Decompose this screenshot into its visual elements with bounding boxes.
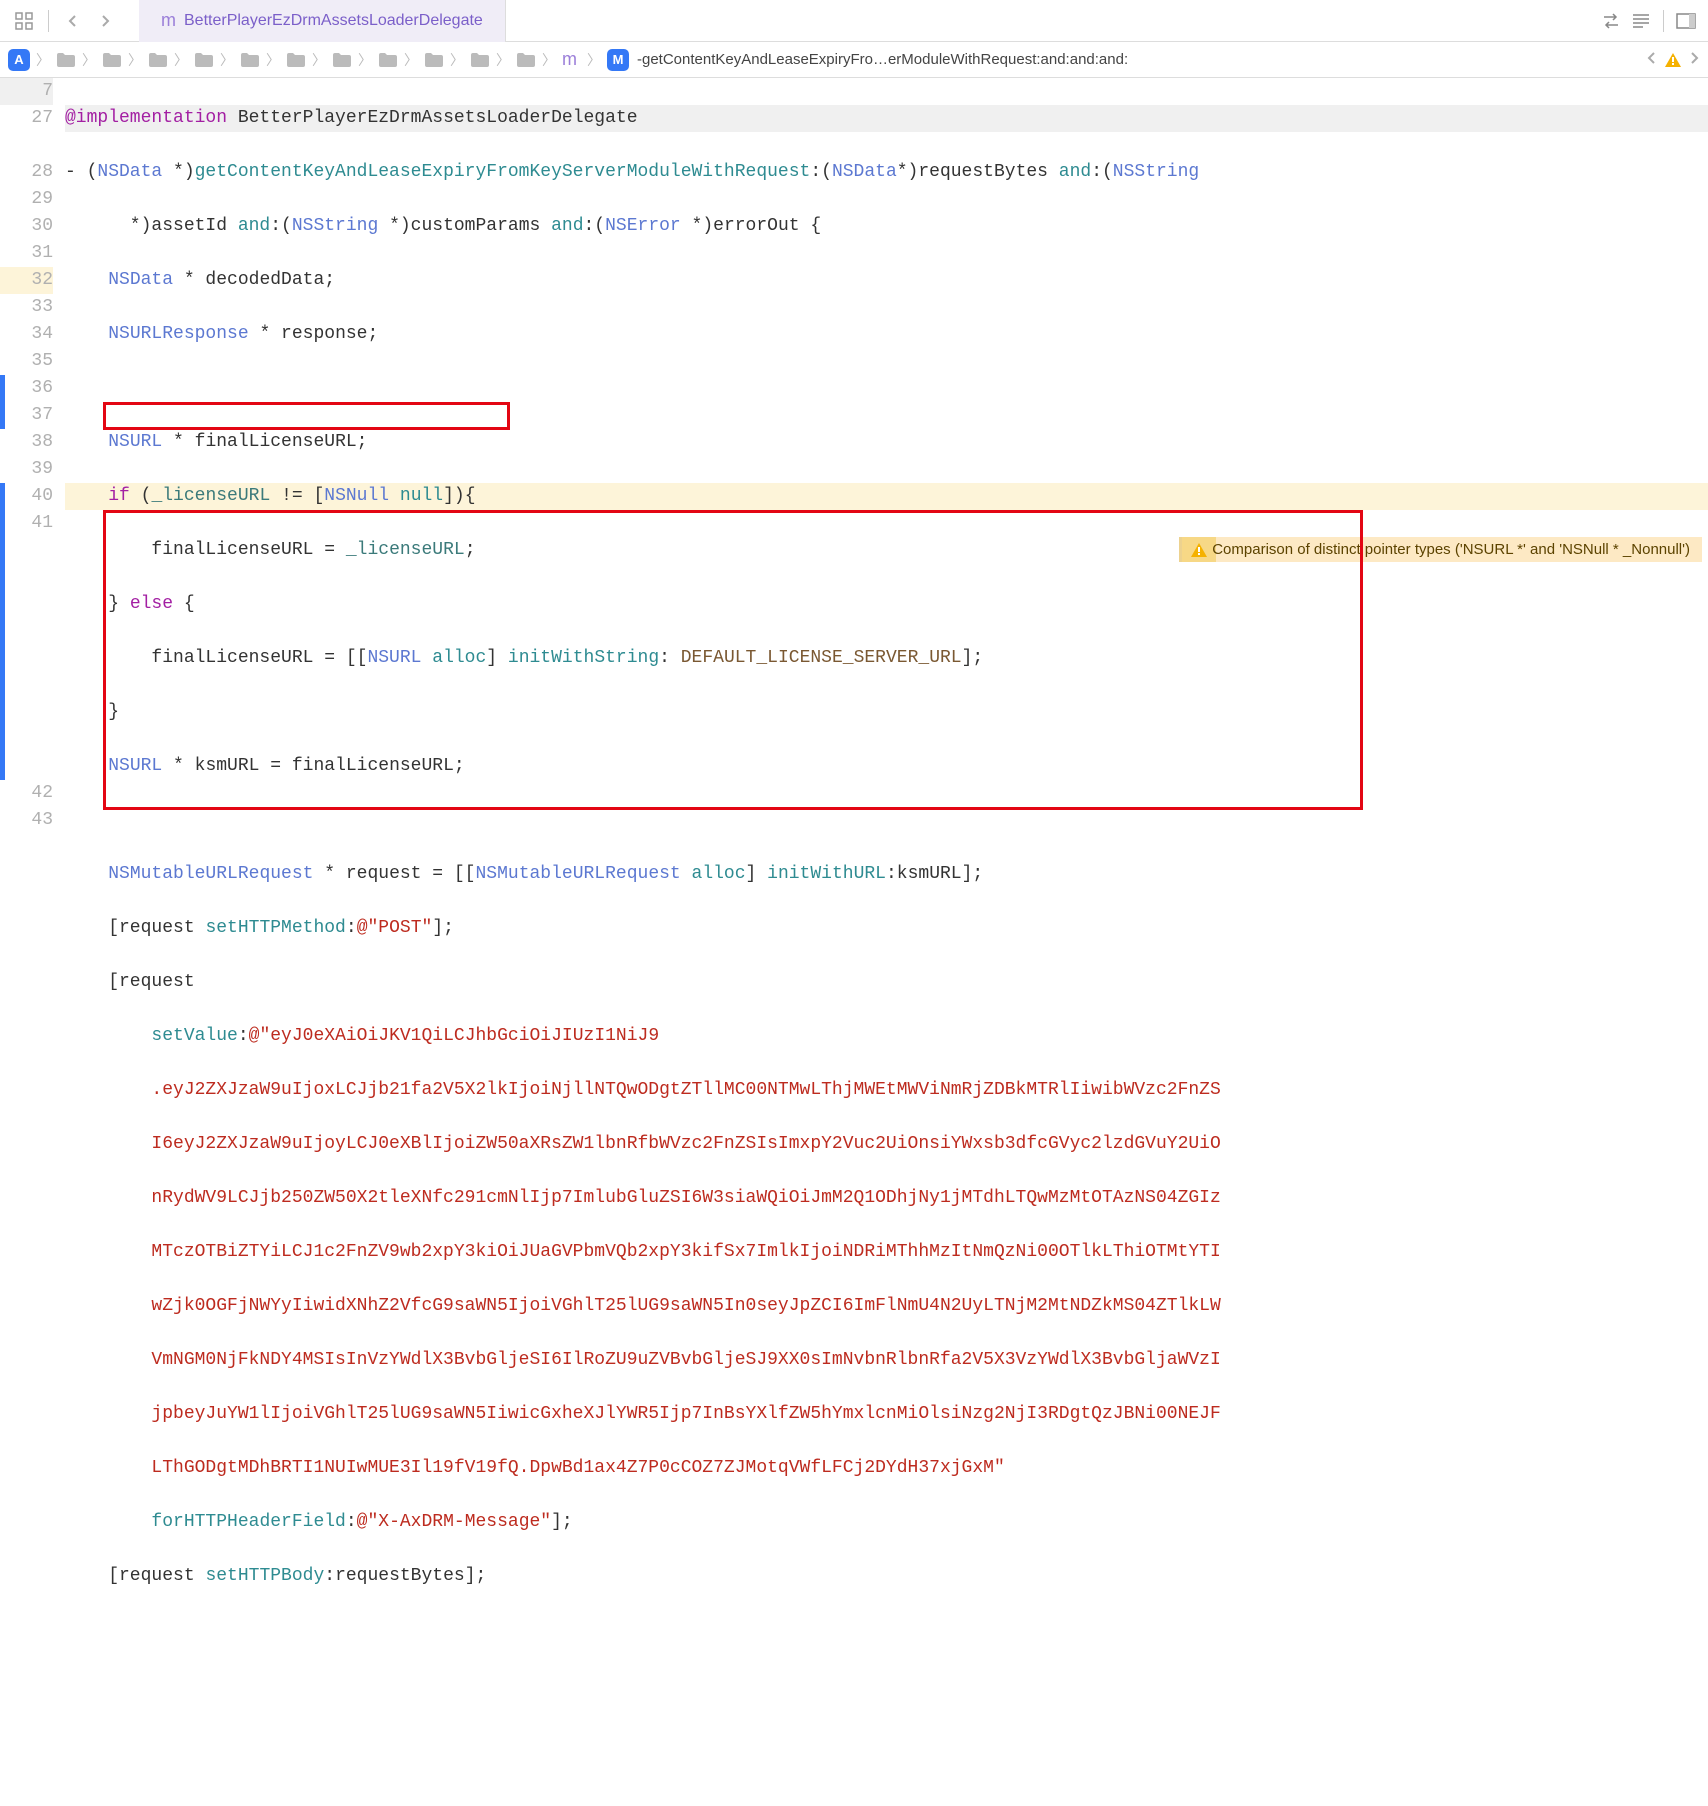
grid-icon[interactable]	[10, 7, 38, 35]
code-line: if (_licenseURL != [NSNull null]){ Compa…	[65, 483, 1708, 510]
code-line: @implementation BetterPlayerEzDrmAssetsL…	[65, 105, 1708, 132]
lines-icon[interactable]	[1627, 7, 1655, 35]
bc-folder[interactable]	[148, 52, 168, 68]
line-gutter: 7 27 28 29 30 31 32 33 34 35 36 37 38 39…	[0, 78, 65, 1806]
code-line: forHTTPHeaderField:@"X-AxDRM-Message"];	[65, 1509, 1708, 1536]
code-line: *)assetId and:(NSString *)customParams a…	[65, 213, 1708, 240]
code-area[interactable]: @implementation BetterPlayerEzDrmAssetsL…	[65, 78, 1708, 1806]
code-line: finalLicenseURL = [[NSURL alloc] initWit…	[65, 645, 1708, 672]
bc-folder[interactable]	[516, 52, 536, 68]
bc-folder[interactable]	[332, 52, 352, 68]
code-line: NSData * decodedData;	[65, 267, 1708, 294]
code-line: jpbeyJuYW1lIjoiVGhlT25lUG9saWN5IiwicGxhe…	[65, 1401, 1708, 1428]
warning-icon[interactable]	[1664, 51, 1682, 69]
bc-app-icon[interactable]: A	[8, 49, 30, 71]
bc-folder[interactable]	[240, 52, 260, 68]
code-line: VmNGM0NjFkNDY4MSIsInVzYWdlX3BvbGljeSI6Il…	[65, 1347, 1708, 1374]
bc-folder[interactable]	[378, 52, 398, 68]
code-editor[interactable]: 7 27 28 29 30 31 32 33 34 35 36 37 38 39…	[0, 78, 1708, 1806]
bc-prev[interactable]	[1646, 51, 1658, 68]
code-line	[65, 375, 1708, 402]
top-toolbar: m BetterPlayerEzDrmAssetsLoaderDelegate	[0, 0, 1708, 42]
bc-folder[interactable]	[102, 52, 122, 68]
tab-label: BetterPlayerEzDrmAssetsLoaderDelegate	[184, 12, 483, 30]
bc-folder[interactable]	[56, 52, 76, 68]
code-line: nRydWV9LCJjb250ZW50X2tleXNfc291cmNlIjp7I…	[65, 1185, 1708, 1212]
bc-next[interactable]	[1688, 51, 1700, 68]
bc-folder[interactable]	[286, 52, 306, 68]
code-line: setValue:@"eyJ0eXAiOiJKV1QiLCJhbGciOiJIU…	[65, 1023, 1708, 1050]
swap-icon[interactable]	[1597, 7, 1625, 35]
code-line: I6eyJ2ZXJzaW9uIjoyLCJ0eXBlIjoiZW50aXRsZW…	[65, 1131, 1708, 1158]
bc-method-icon[interactable]: M	[607, 49, 629, 71]
code-line: } else {	[65, 591, 1708, 618]
code-line: wZjk0OGFjNWYyIiwidXNhZ2VfcG9saWN5IjoiVGh…	[65, 1293, 1708, 1320]
panel-icon[interactable]	[1672, 7, 1700, 35]
code-line: [request setHTTPBody:requestBytes];	[65, 1563, 1708, 1590]
bc-method-label[interactable]: -getContentKeyAndLeaseExpiryFro…erModule…	[637, 51, 1128, 68]
code-line: [request	[65, 969, 1708, 996]
breadcrumb-bar: A 〉 〉 〉 〉 〉 〉 〉 〉 〉 〉 〉 〉 m 〉 M -getCont…	[0, 42, 1708, 78]
file-m-icon: m	[161, 10, 176, 31]
bc-folder[interactable]	[470, 52, 490, 68]
forward-button[interactable]	[91, 7, 119, 35]
change-indicator	[0, 375, 5, 429]
code-line	[65, 1617, 1708, 1644]
warning-icon	[1190, 541, 1208, 559]
code-line: [request setHTTPMethod:@"POST"];	[65, 915, 1708, 942]
bc-folder[interactable]	[424, 52, 444, 68]
highlight-box	[103, 402, 510, 430]
code-line: - (NSData *)getContentKeyAndLeaseExpiryF…	[65, 159, 1708, 186]
code-line: NSURL * ksmURL = finalLicenseURL;	[65, 753, 1708, 780]
code-line: NSMutableURLRequest * request = [[NSMuta…	[65, 861, 1708, 888]
code-line: NSURL * finalLicenseURL;	[65, 429, 1708, 456]
bc-folder[interactable]	[194, 52, 214, 68]
code-line	[65, 807, 1708, 834]
code-line: .eyJ2ZXJzaW9uIjoxLCJjb21fa2V5X2lkIjoiNjl…	[65, 1077, 1708, 1104]
file-tab[interactable]: m BetterPlayerEzDrmAssetsLoaderDelegate	[139, 0, 506, 42]
warning-text: Comparison of distinct pointer types ('N…	[1212, 536, 1690, 563]
code-line: }	[65, 699, 1708, 726]
change-indicator	[0, 483, 5, 780]
code-line: MTczOTBiZTYiLCJ1c2FnZV9wb2xpY3kiOiJUaGVP…	[65, 1239, 1708, 1266]
code-line: NSURLResponse * response;	[65, 321, 1708, 348]
back-button[interactable]	[59, 7, 87, 35]
inline-warning[interactable]: Comparison of distinct pointer types ('N…	[1179, 537, 1702, 562]
chevron-right-icon: 〉	[36, 50, 50, 70]
bc-file[interactable]: m	[562, 49, 581, 70]
code-line: LThGODgtMDhBRTI1NUIwMUE3Il19fV19fQ.DpwBd…	[65, 1455, 1708, 1482]
